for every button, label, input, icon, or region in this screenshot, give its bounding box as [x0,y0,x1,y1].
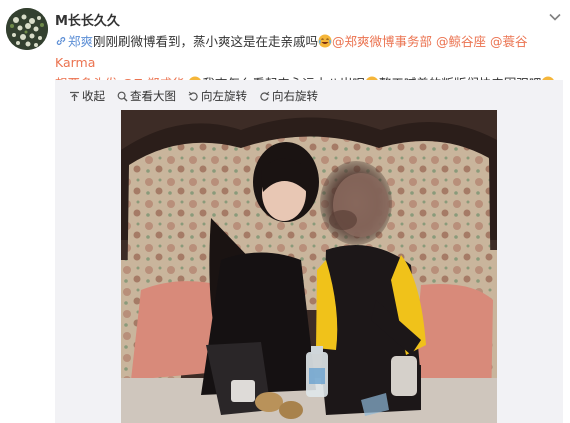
collapse-button[interactable]: 收起 [69,88,105,104]
media-box: 收起 查看大图 向左旋转 向右旋转 [55,80,563,423]
rotate-right-button[interactable]: 向右旋转 [259,88,318,104]
laugh-cry-emoji-icon [318,33,332,48]
post-photo[interactable] [121,110,497,423]
chevron-down-icon[interactable] [548,9,562,23]
username[interactable]: M长长久久 [55,10,120,29]
mention-link[interactable]: @郑爽微博事务部 [332,34,432,49]
link-mention[interactable]: 郑爽 [55,34,93,49]
link-icon [55,32,67,45]
avatar[interactable] [6,8,48,50]
rotate-right-icon [259,91,270,102]
view-large-button[interactable]: 查看大图 [117,88,176,104]
rotate-left-button[interactable]: 向左旋转 [188,88,247,104]
mention-link[interactable]: @鲸谷座 [436,34,486,49]
arrow-up-icon [69,91,80,102]
magnifier-icon [117,91,128,102]
rotate-left-icon [188,91,199,102]
post-text-part1: 刚刚刷微博看到，蒸小爽这是在走亲戚吗 [93,34,319,49]
image-toolbar: 收起 查看大图 向左旋转 向右旋转 [69,88,318,104]
